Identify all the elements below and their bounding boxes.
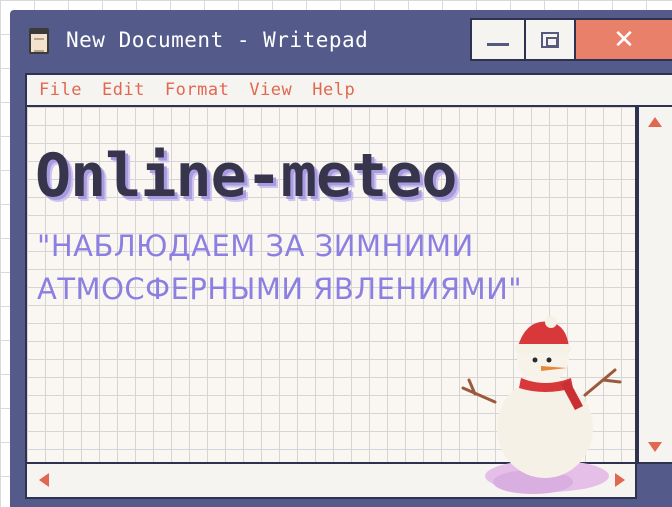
snowman-illustration xyxy=(461,316,622,494)
menu-file[interactable]: File xyxy=(39,80,82,100)
scroll-up-arrow-icon[interactable] xyxy=(648,117,662,127)
close-icon: ✕ xyxy=(613,24,635,55)
maximize-button[interactable] xyxy=(526,18,576,61)
notepad-icon xyxy=(29,28,49,54)
menu-help[interactable]: Help xyxy=(312,80,355,100)
menu-view[interactable]: View xyxy=(249,80,292,100)
document-title: Online-meteo xyxy=(35,141,457,211)
subtitle-line-1: "НАБЛЮДАЕМ ЗА ЗИМНИМИ xyxy=(37,229,474,263)
menu-edit[interactable]: Edit xyxy=(102,80,145,100)
window-title: New Document - Writepad xyxy=(66,28,369,52)
document-subtitle: "НАБЛЮДАЕМ ЗА ЗИМНИМИ АТМОСФЕРНЫМИ ЯВЛЕН… xyxy=(37,225,635,311)
snowman-body xyxy=(497,378,593,478)
subtitle-line-2: АТМОСФЕРНЫМИ ЯВЛЕНИЯМИ" xyxy=(37,272,523,306)
minimize-button[interactable] xyxy=(470,18,526,61)
left-arm xyxy=(461,386,497,404)
minimize-icon xyxy=(487,43,509,46)
menu-bar: File Edit Format View Help xyxy=(25,73,672,107)
scroll-left-arrow-icon[interactable] xyxy=(39,473,49,487)
scroll-down-arrow-icon[interactable] xyxy=(648,442,662,452)
close-button[interactable]: ✕ xyxy=(576,18,672,61)
maximize-icon xyxy=(541,31,559,48)
menu-format[interactable]: Format xyxy=(165,80,229,100)
vertical-scrollbar[interactable] xyxy=(637,107,672,464)
right-arm xyxy=(583,368,617,397)
